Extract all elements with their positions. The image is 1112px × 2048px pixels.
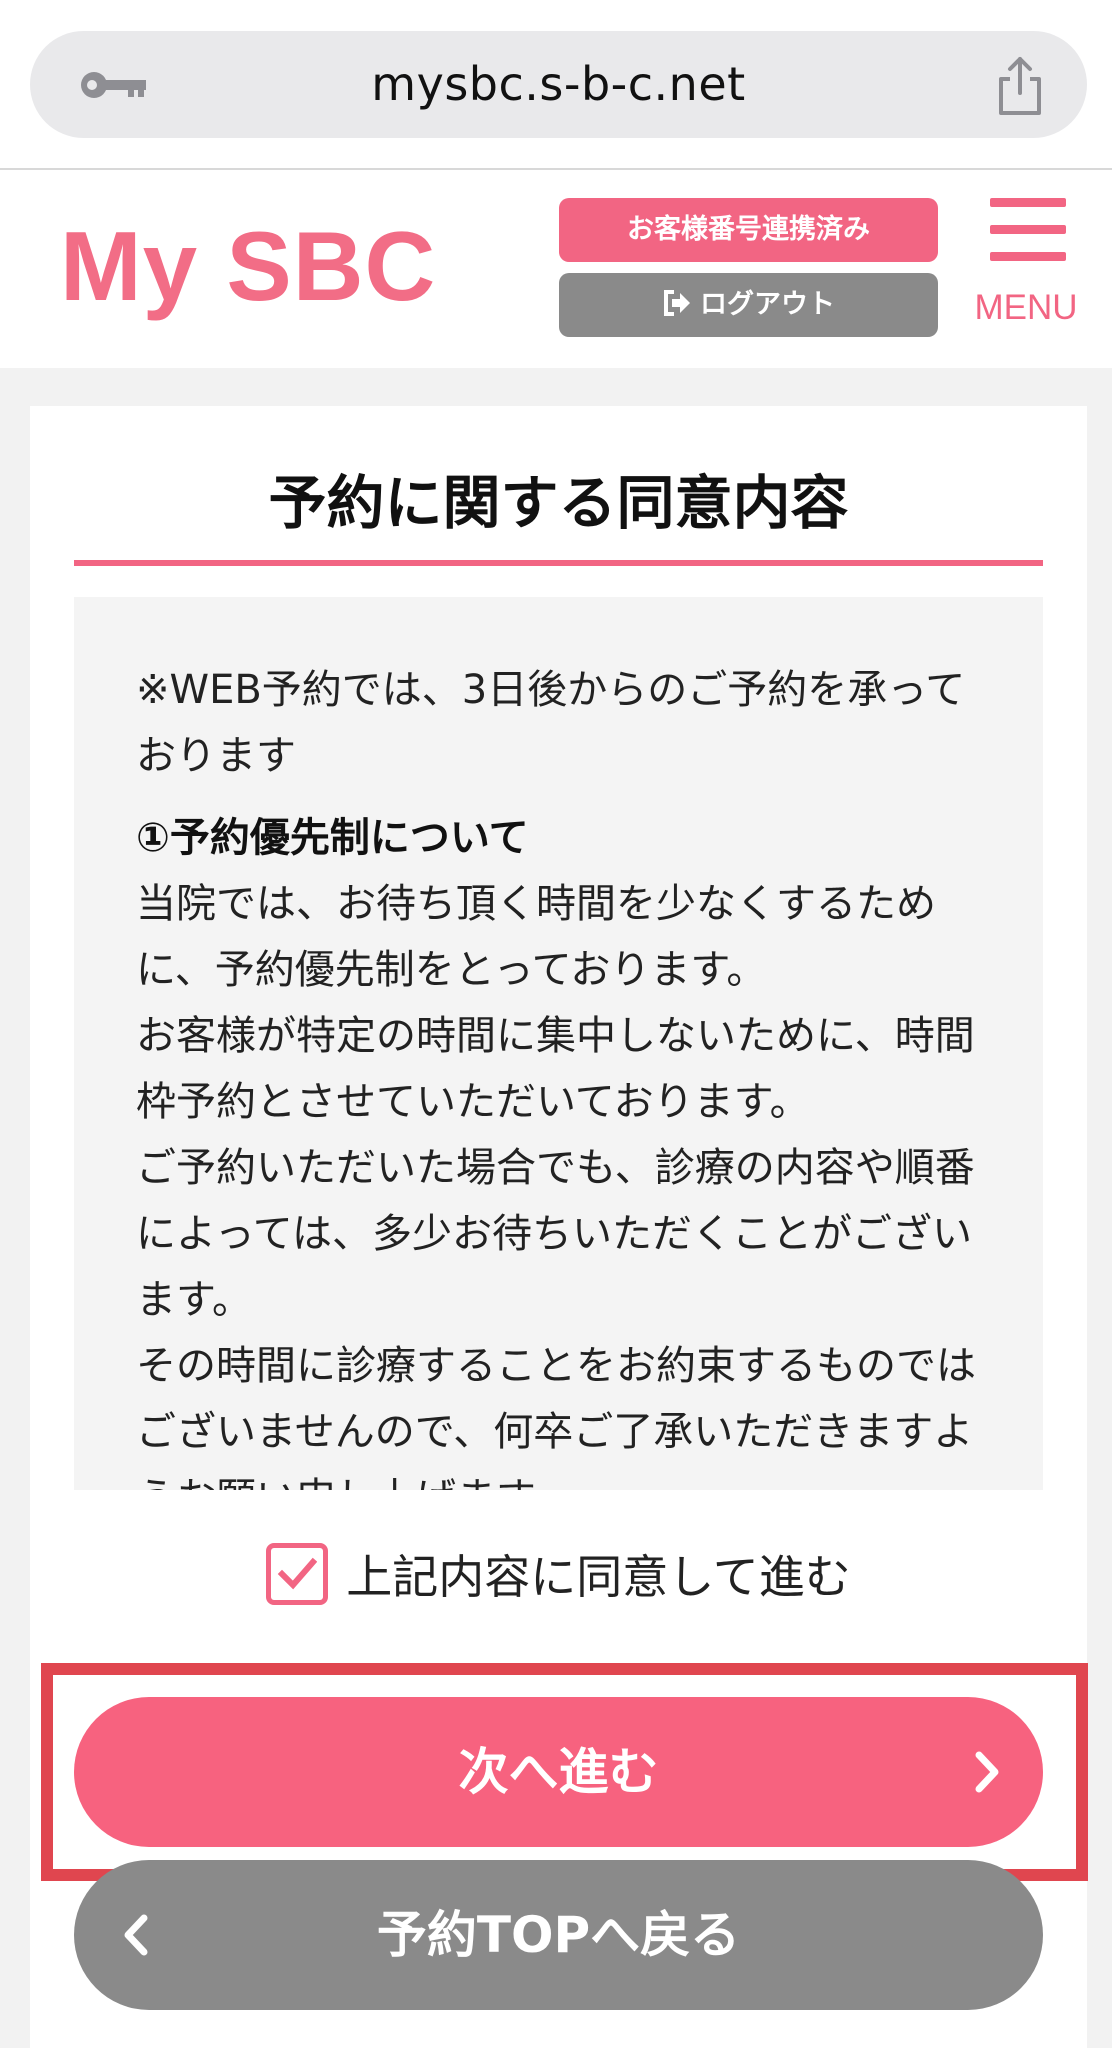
logout-icon — [664, 289, 690, 316]
logout-button[interactable]: ログアウト — [559, 273, 938, 337]
url-text[interactable]: mysbc.s-b-c.net — [30, 31, 1087, 138]
customer-linked-badge: お客様番号連携済み — [559, 198, 938, 262]
hamburger-icon-bar — [990, 252, 1066, 261]
terms-paragraph: その時間に診療することをお約束するものではございませんので、何卒ご了承いただきま… — [136, 1343, 976, 1490]
agree-label[interactable]: 上記内容に同意して進む — [346, 1541, 851, 1607]
title-underline — [74, 560, 1043, 566]
browser-toolbar: mysbc.s-b-c.net — [0, 0, 1112, 170]
chevron-left-icon — [124, 1914, 148, 1956]
checkmark-icon — [277, 1557, 318, 1590]
agree-checkbox[interactable] — [266, 1543, 329, 1605]
address-bar[interactable]: mysbc.s-b-c.net — [30, 31, 1087, 138]
hamburger-icon-bar — [990, 225, 1066, 234]
share-icon[interactable] — [993, 55, 1047, 117]
back-button-label: 予約TOPへ戻る — [376, 1906, 741, 1964]
back-to-reservation-top-button[interactable]: 予約TOPへ戻る — [74, 1860, 1043, 2010]
highlight-frame — [41, 1663, 1088, 1881]
terms-paragraph: ご予約いただいた場合でも、診療の内容や順番によっては、多少お待ちいただくことがご… — [136, 1145, 975, 1323]
hamburger-icon — [990, 198, 1066, 207]
menu-label: MENU — [974, 288, 1078, 327]
terms-scroll-box[interactable]: ※WEB予約では、3日後からのご予約を承っております ①予約優先制について 当院… — [74, 597, 1043, 1490]
agree-row[interactable]: 上記内容に同意して進む — [30, 1541, 1087, 1611]
page-title: 予約に関する同意内容 — [268, 469, 849, 537]
site-header: My SBC お客様番号連携済み ログアウト MENU — [0, 170, 1112, 368]
terms-content: ※WEB予約では、3日後からのご予約を承っております ①予約優先制について 当院… — [136, 657, 986, 1490]
menu-button[interactable]: MENU — [966, 198, 1086, 328]
consent-card: 予約に関する同意内容 ※WEB予約では、3日後からのご予約を承っております ①予… — [30, 406, 1088, 2048]
terms-paragraph: お客様が特定の時間に集中しないために、時間枠予約とさせていただいております。 — [136, 1013, 975, 1125]
site-logo[interactable]: My SBC — [60, 210, 436, 323]
terms-section-heading: ①予約優先制について — [136, 815, 529, 861]
terms-paragraph: 当院では、お待ち頂く時間を少なくするために、予約優先制をとっております。 — [136, 881, 936, 993]
terms-intro: ※WEB予約では、3日後からのご予約を承っております — [136, 667, 966, 779]
logout-label: ログアウト — [700, 289, 835, 320]
